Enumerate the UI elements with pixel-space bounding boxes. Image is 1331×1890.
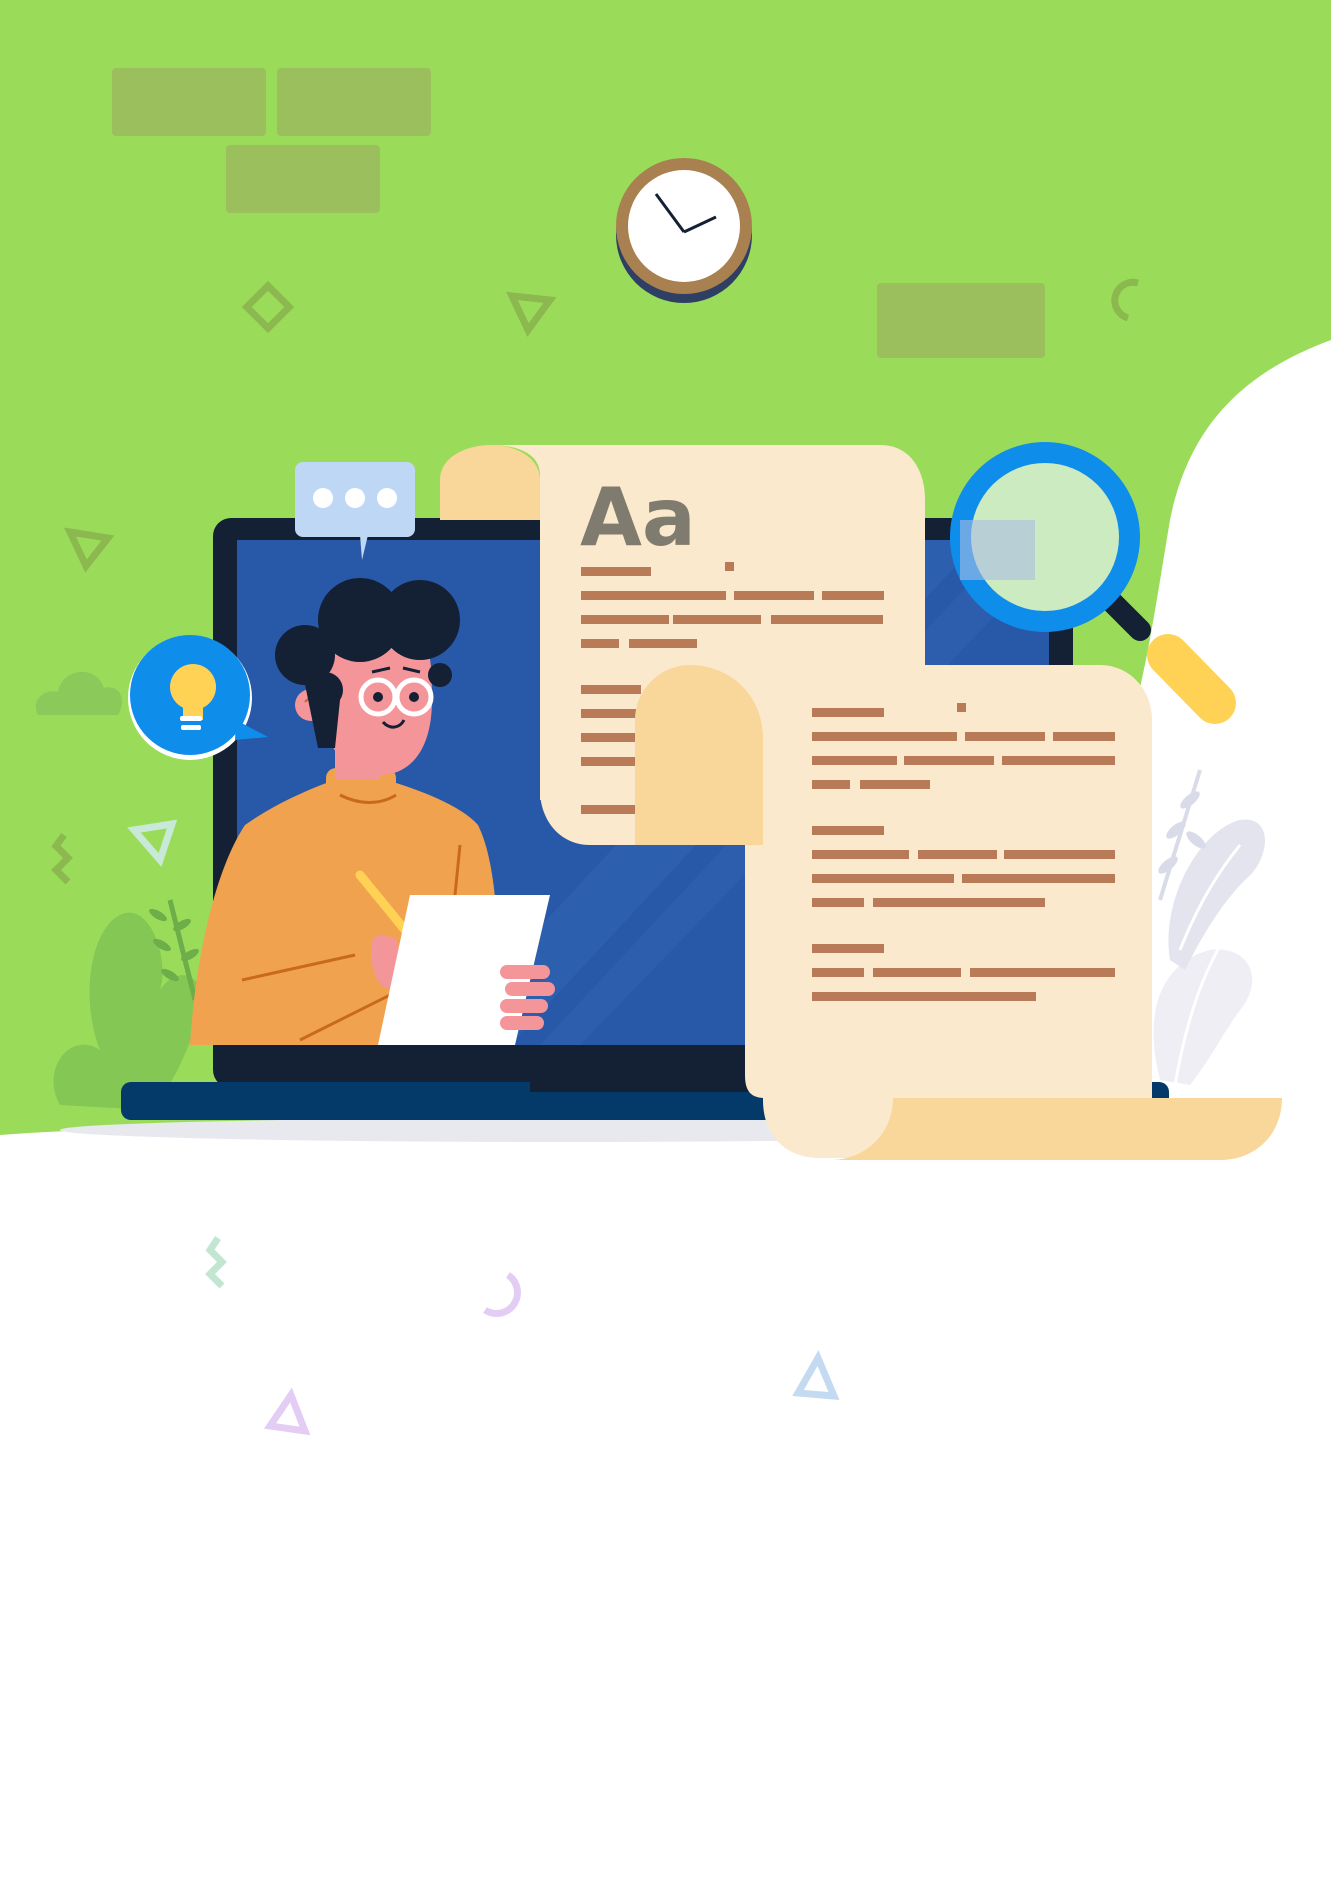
illustration-scene: Aa <box>0 0 1331 1436</box>
clock-icon <box>616 158 752 303</box>
plant-right <box>1153 769 1265 1086</box>
document-lower-curl <box>833 1098 1282 1160</box>
document-heading: Aa <box>580 471 696 564</box>
decorative-shapes-bottom <box>205 1236 840 1436</box>
